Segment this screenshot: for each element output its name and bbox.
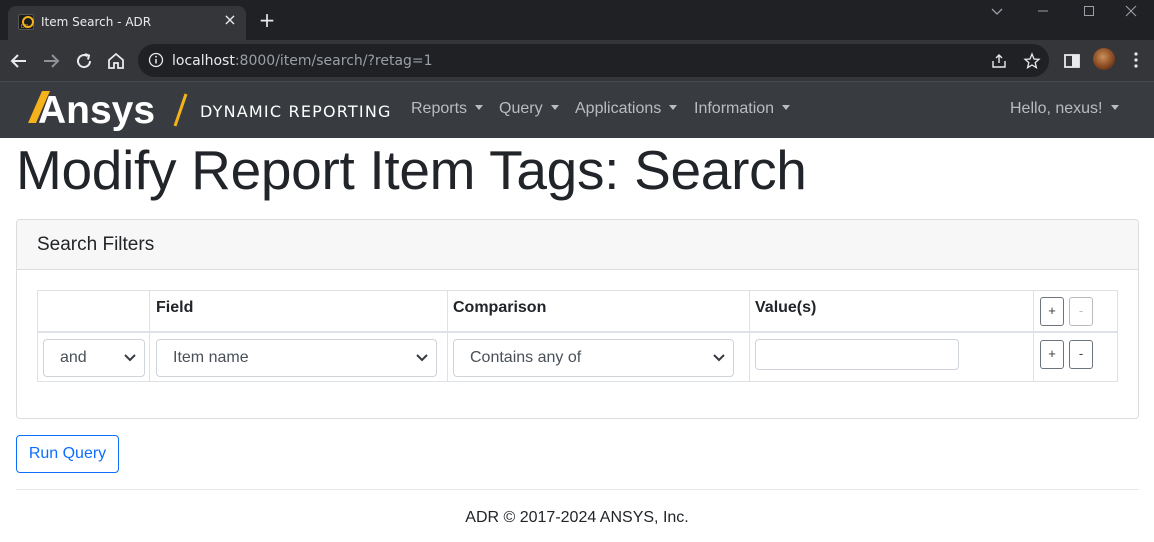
nav-information[interactable]: Information bbox=[694, 100, 791, 118]
comparison-select-value: Contains any of bbox=[470, 349, 582, 366]
column-divider bbox=[447, 291, 448, 381]
chevron-down-icon bbox=[669, 105, 678, 110]
chevron-down-icon bbox=[475, 105, 484, 110]
chevron-down-icon bbox=[550, 105, 559, 110]
brand-slash-icon bbox=[173, 93, 188, 127]
search-filters-card: Search Filters Field Comparison Value(s)… bbox=[16, 219, 1139, 419]
brand-subtitle: DYNAMIC REPORTING bbox=[200, 102, 392, 121]
page-title: Modify Report Item Tags: Search bbox=[16, 139, 807, 201]
back-arrow-icon[interactable] bbox=[7, 49, 31, 73]
home-icon[interactable] bbox=[104, 49, 128, 73]
address-bar[interactable]: localhost:8000/item/search/?retag=1 bbox=[138, 44, 1049, 77]
header-add-filter-button[interactable]: + bbox=[1040, 297, 1064, 326]
footer-divider bbox=[16, 489, 1139, 490]
column-divider bbox=[1033, 291, 1034, 381]
reload-icon[interactable] bbox=[72, 49, 96, 73]
adr-favicon-icon: DR bbox=[18, 14, 34, 30]
window-close-icon[interactable] bbox=[1108, 0, 1154, 28]
side-panel-icon[interactable] bbox=[1060, 49, 1084, 73]
row-add-filter-button[interactable]: + bbox=[1040, 340, 1064, 369]
user-menu[interactable]: Hello, nexus! bbox=[1010, 100, 1119, 118]
profile-avatar[interactable] bbox=[1093, 48, 1115, 70]
minimize-icon[interactable] bbox=[1020, 0, 1066, 28]
new-tab-icon[interactable]: + bbox=[257, 10, 277, 30]
url-text: localhost:8000/item/search/?retag=1 bbox=[172, 53, 433, 69]
field-select-value: Item name bbox=[173, 349, 249, 366]
column-divider bbox=[749, 291, 750, 381]
comparison-select[interactable]: Contains any of bbox=[453, 339, 734, 377]
logic-select-value: and bbox=[60, 349, 87, 366]
browser-menu-icon[interactable] bbox=[1128, 50, 1144, 70]
bookmark-star-icon[interactable] bbox=[1023, 52, 1041, 70]
card-title: Search Filters bbox=[37, 234, 155, 255]
tab-search-chevron-icon[interactable] bbox=[974, 0, 1020, 28]
nav-applications[interactable]: Applications bbox=[575, 100, 678, 118]
browser-tab-strip: DR Item Search - ADR × + bbox=[0, 0, 1154, 40]
chevron-down-icon bbox=[416, 354, 428, 362]
column-header-comparison: Comparison bbox=[453, 299, 547, 316]
forward-arrow-icon[interactable] bbox=[39, 49, 63, 73]
nav-reports[interactable]: Reports bbox=[411, 100, 484, 118]
column-header-values: Value(s) bbox=[755, 299, 817, 316]
field-select[interactable]: Item name bbox=[156, 339, 437, 377]
maximize-icon[interactable] bbox=[1066, 0, 1112, 28]
ansys-logo-text: Ansys bbox=[38, 89, 155, 131]
browser-tab[interactable]: DR Item Search - ADR × bbox=[8, 6, 246, 40]
chevron-down-icon bbox=[782, 105, 791, 110]
ansys-logo[interactable]: Ansys bbox=[26, 87, 160, 131]
header-remove-filter-button[interactable]: - bbox=[1069, 297, 1093, 326]
share-icon[interactable] bbox=[990, 52, 1008, 70]
card-header: Search Filters bbox=[17, 220, 1138, 270]
column-divider bbox=[149, 291, 150, 381]
chevron-down-icon bbox=[1110, 105, 1119, 110]
footer-copyright: ADR © 2017-2024 ANSYS, Inc. bbox=[465, 509, 689, 526]
url-path: :8000/item/search/?retag=1 bbox=[234, 53, 433, 69]
nav-query[interactable]: Query bbox=[499, 100, 559, 118]
chevron-down-icon bbox=[124, 354, 136, 362]
value-input[interactable] bbox=[755, 339, 959, 370]
browser-toolbar: localhost:8000/item/search/?retag=1 bbox=[0, 40, 1154, 82]
tab-title: Item Search - ADR bbox=[41, 15, 152, 29]
url-host: localhost bbox=[172, 53, 235, 69]
run-query-button[interactable]: Run Query bbox=[16, 435, 119, 473]
row-remove-filter-button[interactable]: - bbox=[1069, 340, 1093, 369]
chevron-down-icon bbox=[713, 354, 725, 362]
column-header-field: Field bbox=[156, 299, 194, 316]
site-info-icon[interactable] bbox=[148, 52, 164, 68]
filter-table: Field Comparison Value(s) + - and Item n… bbox=[37, 290, 1118, 382]
logic-select[interactable]: and bbox=[43, 339, 145, 377]
app-navbar: Ansys DYNAMIC REPORTING Reports Query Ap… bbox=[0, 82, 1154, 138]
tab-close-icon[interactable]: × bbox=[222, 12, 238, 28]
header-divider bbox=[38, 331, 1117, 333]
